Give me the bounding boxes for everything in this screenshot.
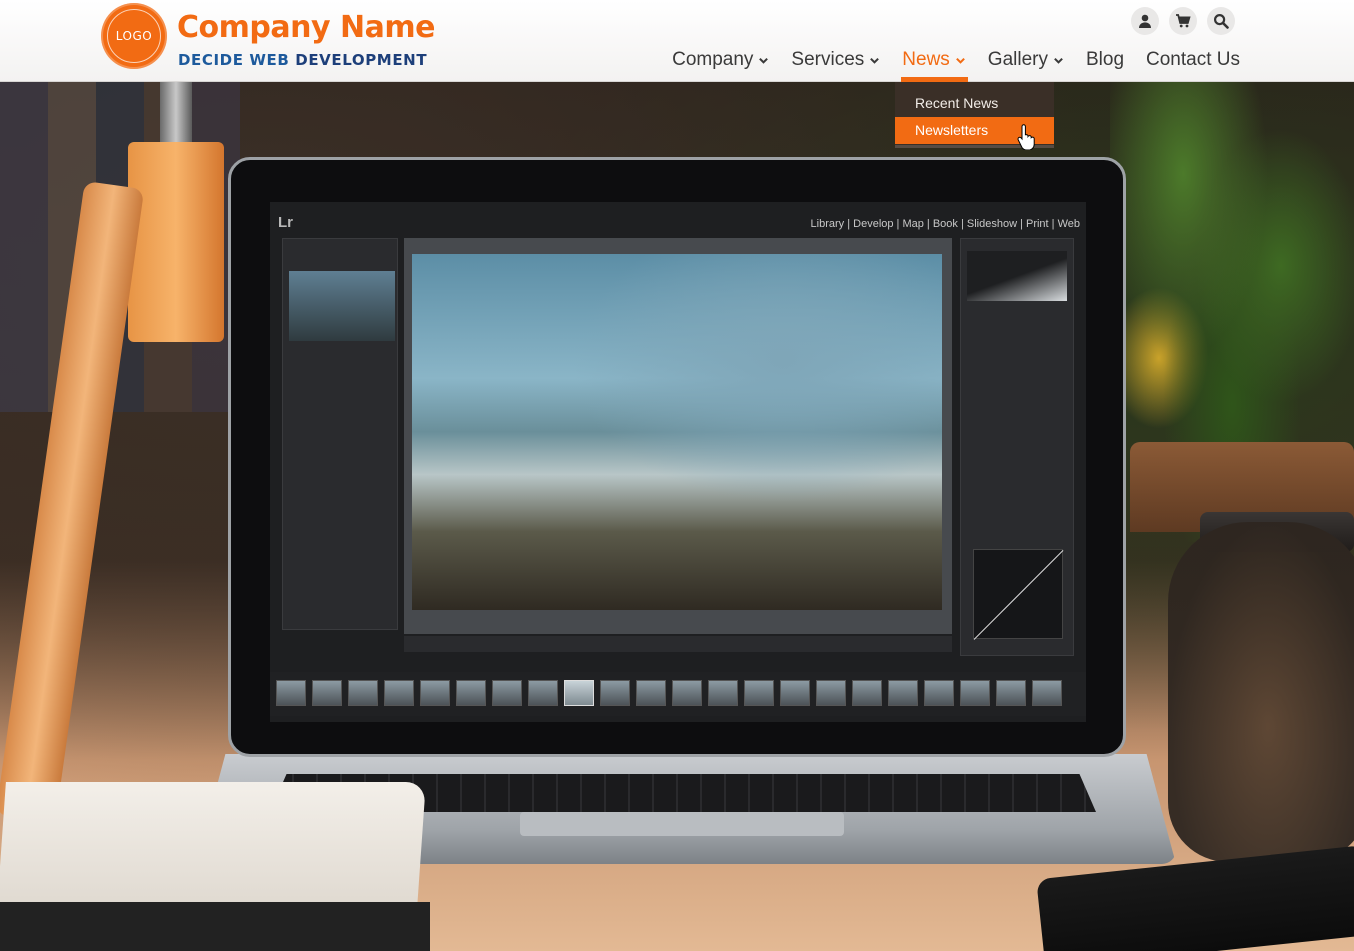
glass-jar <box>1168 522 1354 862</box>
tone-curve <box>973 549 1063 639</box>
filmstrip <box>270 672 1086 716</box>
nav-label: Contact Us <box>1146 49 1240 70</box>
film-thumb <box>420 680 450 706</box>
lightroom-photo <box>412 254 942 610</box>
chevron-down-icon <box>955 57 965 64</box>
film-thumb <box>1032 680 1062 706</box>
tagline: DECIDE WEB DEVELOPMENT <box>178 51 427 69</box>
film-thumb <box>960 680 990 706</box>
lightroom-brand: Lr <box>278 214 293 231</box>
film-thumb <box>492 680 522 706</box>
lightroom-right-panel <box>960 238 1074 656</box>
lightroom-toolbar <box>404 636 952 652</box>
tagline-part1: DECIDE WEB <box>178 51 296 69</box>
film-thumb <box>852 680 882 706</box>
nav-label: Services <box>791 49 865 70</box>
cart-icon[interactable] <box>1169 7 1197 35</box>
nav-item-blog[interactable]: Blog <box>1086 47 1124 73</box>
film-thumb <box>708 680 738 706</box>
main-nav: Company Services News Gallery Blog Conta… <box>650 47 1240 82</box>
dropdown-item-recent-news[interactable]: Recent News <box>895 90 1054 117</box>
film-thumb <box>456 680 486 706</box>
nav-item-company[interactable]: Company <box>672 47 769 73</box>
film-thumb <box>744 680 774 706</box>
nav-item-services[interactable]: Services <box>791 47 880 73</box>
film-thumb <box>780 680 810 706</box>
lamp-head <box>128 142 224 342</box>
nav-label: Blog <box>1085 49 1125 70</box>
hand-pointer-icon <box>1017 124 1035 150</box>
film-thumb <box>924 680 954 706</box>
lightroom-app: Lr Library | Develop | Map | Book | Slid… <box>270 202 1086 722</box>
chevron-down-icon <box>1054 57 1063 64</box>
film-thumb <box>348 680 378 706</box>
nav-label: Company <box>672 49 754 70</box>
user-icon[interactable] <box>1131 7 1159 35</box>
chevron-down-icon <box>870 57 880 64</box>
film-thumb <box>600 680 630 706</box>
film-thumb <box>384 680 414 706</box>
film-thumb <box>276 680 306 706</box>
search-icon[interactable] <box>1207 7 1235 35</box>
tagline-part2: DEVELOPMENT <box>295 51 428 69</box>
film-thumb <box>312 680 342 706</box>
film-thumb <box>528 680 558 706</box>
film-thumb <box>672 680 702 706</box>
logo-text: LOGO <box>107 9 161 63</box>
hero-image: Lr Library | Develop | Map | Book | Slid… <box>0 82 1354 951</box>
utility-icons <box>1131 7 1235 35</box>
film-thumb <box>996 680 1026 706</box>
histogram <box>967 251 1067 301</box>
logo[interactable]: LOGO <box>101 3 167 69</box>
site-header: LOGO Company Name DECIDE WEB DEVELOPMENT… <box>0 0 1354 82</box>
company-name[interactable]: Company Name <box>177 10 435 45</box>
notebook-cover <box>0 902 430 951</box>
film-thumb <box>564 680 594 706</box>
film-thumb <box>888 680 918 706</box>
navigator-thumbnail <box>289 271 395 341</box>
lightroom-modules: Library | Develop | Map | Book | Slidesh… <box>810 218 1080 230</box>
nav-item-news[interactable]: News <box>901 47 968 82</box>
nav-item-gallery[interactable]: Gallery <box>988 47 1064 73</box>
chevron-down-icon <box>759 57 769 64</box>
film-thumb <box>636 680 666 706</box>
film-thumb <box>816 680 846 706</box>
nav-label: News <box>902 49 950 70</box>
nav-label: Gallery <box>987 49 1048 70</box>
laptop-trackpad <box>520 812 844 836</box>
lightroom-photo-frame <box>404 238 952 634</box>
nav-item-contact-us[interactable]: Contact Us <box>1146 47 1240 73</box>
lightroom-left-panel <box>282 238 398 630</box>
